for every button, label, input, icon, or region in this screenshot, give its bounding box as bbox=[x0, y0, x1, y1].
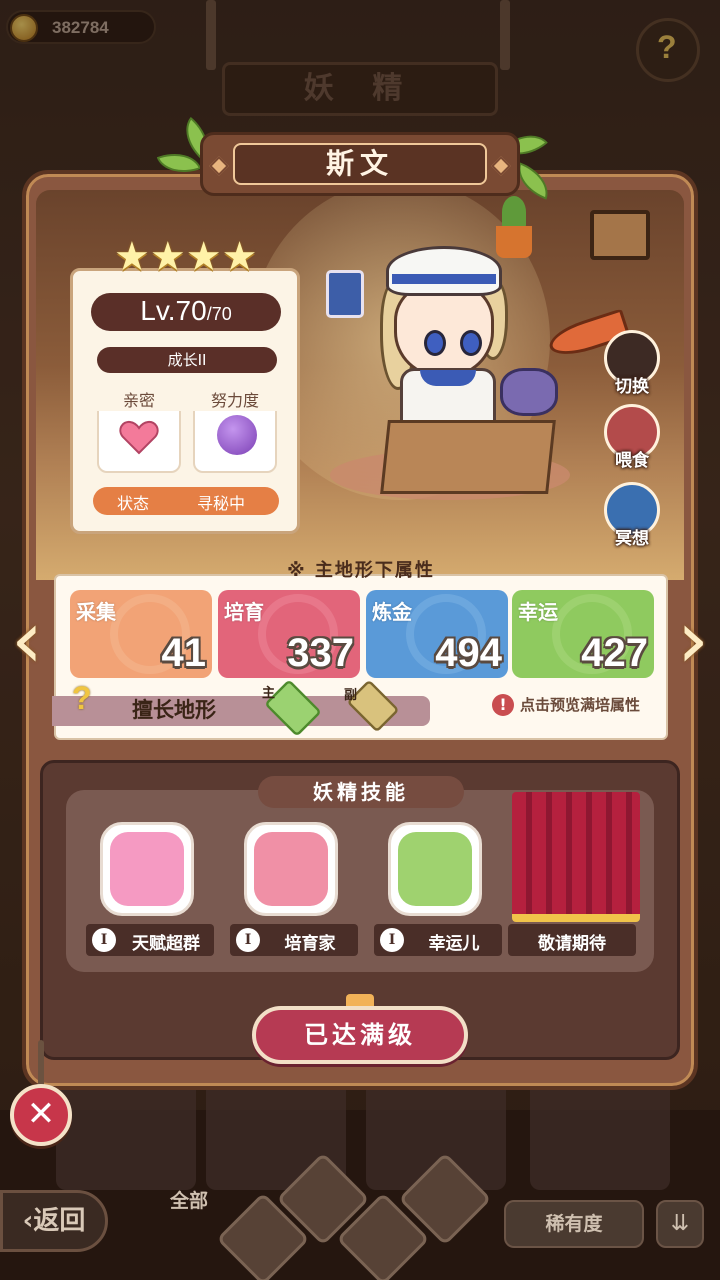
rarity-sort-button[interactable]: 稀有度 bbox=[504, 1200, 644, 1248]
filter-all[interactable]: 全部 bbox=[170, 1186, 208, 1213]
attribute-value: 427 bbox=[581, 631, 648, 675]
effort-label: 努力度 bbox=[193, 387, 277, 411]
max-level-label: 已达满级 bbox=[304, 1021, 416, 1049]
coming-soon-slot: 敬请期待 bbox=[502, 800, 640, 960]
skill-slot[interactable]: I 培育家 bbox=[220, 800, 358, 960]
main-terrain-tag: 主 bbox=[262, 686, 276, 701]
fairy-name: 斯文 bbox=[233, 143, 487, 185]
attribute-cultivate: 培育 337 bbox=[218, 590, 360, 678]
attribute-gather: 采集 41 bbox=[70, 590, 212, 678]
status-value: 寻秘中 bbox=[197, 494, 246, 513]
attribute-value: 337 bbox=[287, 631, 354, 675]
meditate-label: 冥想 bbox=[615, 529, 649, 549]
heart-icon bbox=[119, 420, 159, 455]
back-label: ‹返回 bbox=[22, 1206, 86, 1236]
sub-terrain-tag: 副 bbox=[344, 688, 358, 703]
skill-name-bar: I 培育家 bbox=[230, 924, 358, 956]
skill-rank: I bbox=[236, 928, 260, 952]
gem-ornament bbox=[491, 156, 511, 176]
star-rating: ★★★★ bbox=[114, 234, 257, 280]
skill-slot[interactable]: I 幸运儿 bbox=[364, 800, 502, 960]
previous-fairy-arrow[interactable]: ‹ bbox=[4, 592, 50, 688]
attribute-label: 幸运 bbox=[518, 600, 558, 624]
close-button[interactable]: ✕ bbox=[10, 1084, 72, 1146]
preview-full-attributes-link[interactable]: 点击预览满培属性 bbox=[520, 694, 640, 715]
skill-name-bar: I 幸运儿 bbox=[374, 924, 502, 956]
fairy-info-panel: Lv.70/70 成长II 亲密 努力度 状态 寻秘中 bbox=[70, 268, 300, 534]
fairy-name-plate: 斯文 bbox=[200, 132, 520, 196]
character-eye bbox=[424, 330, 446, 356]
back-button[interactable]: ‹返回 bbox=[0, 1190, 108, 1252]
attribute-label: 采集 bbox=[76, 600, 116, 624]
star-icon: ★ bbox=[221, 234, 258, 280]
character-eye bbox=[460, 330, 482, 356]
status-bar: 状态 寻秘中 bbox=[93, 487, 279, 515]
skill-name: 幸运儿 bbox=[428, 934, 480, 954]
close-icon: ✕ bbox=[26, 1094, 56, 1134]
switch-label: 切换 bbox=[615, 377, 649, 397]
attribute-alchemy: 炼金 494 bbox=[366, 590, 508, 678]
character-hat-band bbox=[392, 274, 496, 284]
star-icon: ★ bbox=[114, 234, 150, 280]
coming-soon-label: 敬请期待 bbox=[538, 934, 606, 954]
next-fairy-arrow[interactable]: › bbox=[670, 592, 716, 688]
attribute-label: 培育 bbox=[224, 600, 264, 624]
feed-label: 喂食 bbox=[615, 451, 649, 471]
skill-slot[interactable]: I 天赋超群 bbox=[76, 800, 214, 960]
unknown-terrain-icon[interactable]: ? bbox=[72, 680, 108, 720]
skill-name-bar: I 天赋超群 bbox=[86, 924, 214, 956]
character-sailor-hat bbox=[386, 246, 502, 296]
hanging-rope bbox=[38, 1040, 44, 1090]
intimacy-label: 亲密 bbox=[97, 387, 181, 411]
level-max: /70 bbox=[206, 304, 232, 324]
pillow-prop bbox=[500, 368, 558, 416]
sort-icon: ⇊ bbox=[670, 1211, 690, 1236]
watering-can-icon bbox=[244, 822, 338, 916]
devil-face-icon bbox=[217, 415, 257, 455]
plant-leaf bbox=[502, 196, 526, 228]
level-current: Lv.70 bbox=[140, 295, 207, 326]
skill-rank: I bbox=[92, 928, 116, 952]
character-collar bbox=[420, 370, 476, 386]
attributes-header: ※ 主地形下属性 bbox=[287, 560, 435, 581]
status-label: 状态 bbox=[117, 494, 150, 513]
clover-icon bbox=[388, 822, 482, 916]
skill-name: 培育家 bbox=[284, 934, 336, 954]
rarity-label: 稀有度 bbox=[545, 1213, 603, 1235]
skill-name: 天赋超群 bbox=[132, 934, 200, 954]
terrain-label: 擅长地形 bbox=[132, 698, 216, 722]
character-face bbox=[394, 282, 494, 378]
attribute-label: 炼金 bbox=[372, 600, 412, 624]
sort-order-button[interactable]: ⇊ bbox=[656, 1200, 704, 1248]
max-level-button[interactable]: 已达满级 bbox=[252, 1006, 468, 1064]
plant-pot bbox=[496, 226, 532, 258]
star-icon: ★ bbox=[149, 234, 186, 280]
star-icon: ★ bbox=[185, 234, 222, 280]
gem-ornament bbox=[209, 156, 229, 176]
skill-name-bar: 敬请期待 bbox=[508, 924, 636, 956]
attribute-luck: 幸运 427 bbox=[512, 590, 654, 678]
card-deck-icon[interactable] bbox=[326, 270, 364, 318]
attribute-value: 494 bbox=[435, 631, 502, 675]
exclamation-icon: ! bbox=[492, 694, 514, 716]
attribute-value: 41 bbox=[161, 631, 207, 675]
skill-rank: I bbox=[380, 928, 404, 952]
level-pill: Lv.70/70 bbox=[91, 293, 281, 331]
octopus-face-icon bbox=[100, 822, 194, 916]
cardboard-box bbox=[380, 420, 556, 494]
growth-stage: 成长II bbox=[97, 347, 277, 373]
scene-window bbox=[590, 210, 650, 260]
